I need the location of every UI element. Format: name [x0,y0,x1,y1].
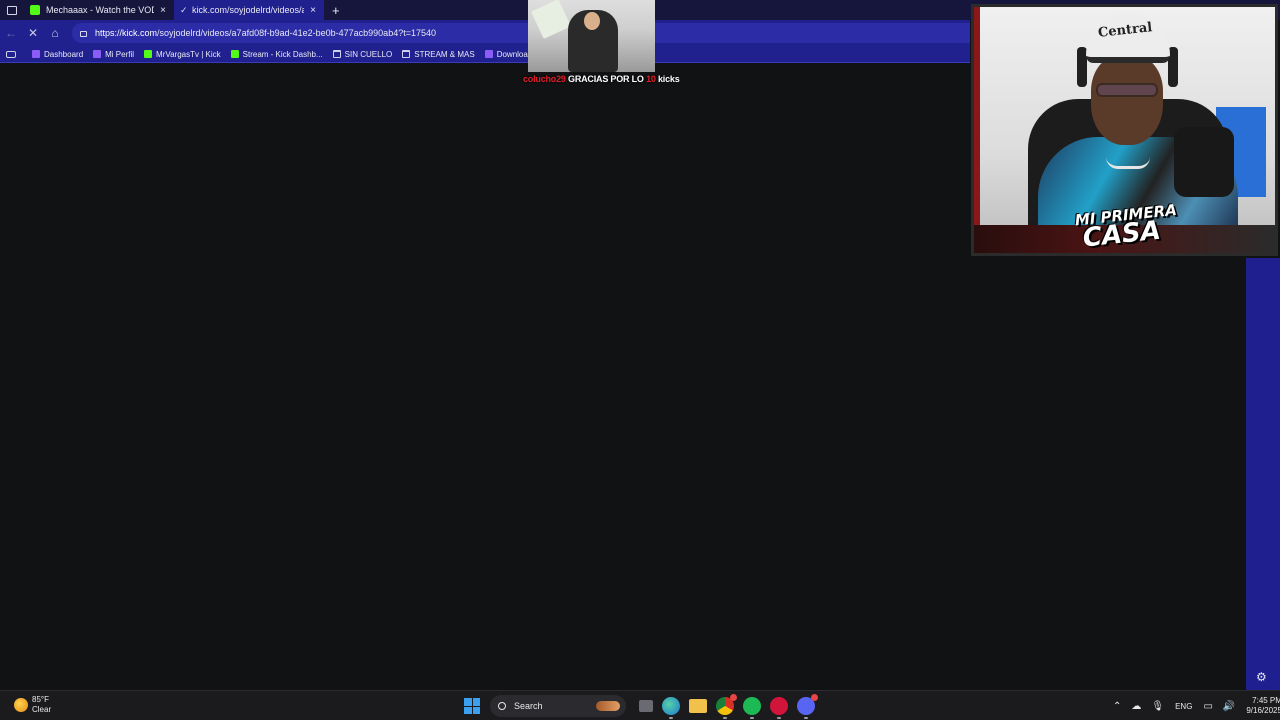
bookmark-stream-mas[interactable]: STREAM & MAS [402,49,475,59]
url-field[interactable]: https://kick.com/soyjodelrd/videos/a7afd… [72,23,970,43]
task-view-icon[interactable] [638,700,653,712]
microphone [1174,127,1234,197]
taskbar-search[interactable]: Search [490,695,626,717]
windows-start-icon[interactable] [464,698,480,714]
bookmark-stream-dashboard[interactable]: Stream - Kick Dashb... [230,49,323,59]
home-button[interactable]: ⌂ [44,22,66,44]
clock[interactable]: 7:45 PM 9/16/2025 [1246,696,1280,716]
bookmark-label: STREAM & MAS [414,49,475,59]
tab-actions-button[interactable] [0,0,24,20]
alert-unit: kicks [658,74,680,84]
bookmark-dashboard[interactable]: Dashboard [32,50,83,59]
bookmark-label: Dashboard [44,49,84,59]
screen: Mechaaax - Watch the VOD on Ki × ✓ kick.… [0,0,1280,720]
purple-icon [32,50,40,58]
new-tab-button[interactable]: + [332,3,340,18]
back-button[interactable]: ← [0,22,22,44]
gear-icon[interactable]: ⚙ [1256,670,1267,684]
kick-icon [144,50,153,58]
bookmark-mi-perfil[interactable]: Mi Perfil [93,50,134,59]
obs-icon[interactable] [769,697,788,719]
discord-icon[interactable] [796,694,818,719]
close-icon[interactable]: × [308,5,318,16]
address-bar-row: ← ✕ ⌂ https://kick.com/soyjodelrd/videos… [0,20,970,46]
weather-widget[interactable]: 85°F Clear [14,695,51,715]
tab-actions-icon [7,5,17,15]
alert-username: colucho29 [523,74,566,84]
microphone-icon[interactable]: 🎙 [1151,701,1164,712]
bookmark-label: Mi Perfil [105,49,135,59]
close-icon[interactable]: × [158,5,168,16]
webcam-wall [974,7,980,253]
alert-amount: 10 [646,74,656,84]
clock-date: 9/16/2025 [1246,706,1280,715]
kick-icon [230,50,239,58]
loading-icon: ✓ [180,5,188,15]
folder-icon [332,50,341,58]
alert-thanks: GRACIAS POR LO [568,74,644,84]
file-explorer-icon[interactable] [688,699,707,713]
bookmark-label: Stream - Kick Dashb... [242,49,323,59]
tab-kick-vod[interactable]: ✓ kick.com/soyjodelrd/videos/a7af × [174,0,324,20]
weather-icon [14,698,28,712]
search-highlight-icon [596,701,620,711]
alert-head [584,12,600,30]
purple-icon [93,50,102,58]
reading-mode-icon[interactable] [6,50,16,58]
network-icon[interactable]: ▭ [1203,701,1212,712]
money-bills [531,0,571,39]
kick-icon [30,5,40,15]
bookmarks-bar: Dashboard Mi Perfil MrVargasTv | Kick St… [0,46,970,63]
cloud-icon[interactable]: ☁ [1131,701,1141,712]
chrome-icon[interactable] [715,694,737,719]
volume-icon[interactable]: 🔊 [1223,701,1235,712]
tab-mechaaax[interactable]: Mechaaax - Watch the VOD on Ki × [24,0,174,20]
bookmark-mrvargastv[interactable]: MrVargasTv | Kick [144,50,221,59]
weather-temp: 85°F [32,695,49,704]
language-indicator[interactable]: ENG [1175,702,1192,711]
webcam-face [1091,55,1163,145]
side-panel-strip [1246,258,1280,690]
taskbar: 85°F Clear Search ⌃ ☁ 🎙 ENG ▭ 🔊 7:45 PM … [0,690,1280,720]
edge-icon[interactable] [661,697,680,719]
clock-time: 7:45 PM [1252,696,1280,705]
folder-icon [402,50,411,58]
bookmark-label: MrVargasTv | Kick [156,49,221,59]
glasses [1096,83,1158,97]
alert-image [528,0,655,72]
bookmark-label: SIN CUELLO [344,49,393,59]
spotify-icon[interactable] [742,697,761,719]
weather-text: 85°F Clear [32,695,51,715]
tab-title: Mechaaax - Watch the VOD on Ki [46,5,154,15]
chevron-up-icon[interactable]: ⌃ [1113,701,1121,712]
search-icon [498,702,506,710]
chain [1106,157,1150,169]
tab-title: kick.com/soyjodelrd/videos/a7af [192,5,304,15]
alert-message: colucho29 GRACIAS POR LO 10 kicks [523,74,680,84]
url-host: https://kick.com [95,28,158,38]
bookmark-sin-cuello[interactable]: SIN CUELLO [332,49,393,59]
weather-condition: Clear [32,705,52,714]
taskbar-apps: Search [464,694,819,719]
search-label: Search [514,701,543,711]
purple-icon [484,50,493,58]
url-path: /soyjodelrd/videos/a7afd08f-b9ad-41e2-be… [157,28,436,38]
lock-icon [80,31,87,37]
stop-loading-button[interactable]: ✕ [22,22,44,44]
system-tray: ⌃ ☁ 🎙 ENG ▭ 🔊 7:45 PM 9/16/2025 [1108,695,1280,717]
